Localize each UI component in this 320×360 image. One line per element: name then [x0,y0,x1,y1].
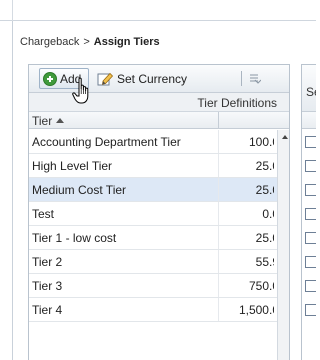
breadcrumb: Chargeback > Assign Tiers [20,36,160,48]
tier-name-cell: Tier 3 [32,279,63,293]
right-panel-row [302,226,316,250]
right-panel-checkboxes [302,130,316,322]
tier-value-cell: 0.0 [219,207,274,221]
tier-value-cell: 25.0 [219,183,274,197]
plus-circle-icon [43,71,57,86]
right-panel-toolbar-text: Se [306,85,316,99]
tier-value-text: 25.0 [255,159,274,173]
row-checkbox[interactable] [305,160,316,172]
column-header-tier-label: Tier [32,114,53,128]
right-panel-row [302,298,316,322]
column-divider[interactable] [218,112,219,129]
table-row[interactable]: High Level Tier 25.0 [29,154,277,178]
right-panel-row [302,130,316,154]
right-panel-toolbar: Se [302,65,316,112]
right-panel-row [302,178,316,202]
table-row[interactable]: Test 0.0 [29,202,277,226]
tier-value-cell: 750.0 [219,279,274,293]
set-currency-button[interactable]: Set Currency [95,68,237,89]
group-header-label: Tier Definitions [197,96,277,110]
table-row[interactable]: Tier 4 1,500.0 [29,298,277,322]
row-checkbox[interactable] [305,232,316,244]
tier-name-cell: Tier 1 - low cost [32,231,117,245]
tier-name-cell: Tier 2 [32,255,63,269]
row-checkbox[interactable] [305,256,316,268]
row-checkbox[interactable] [305,184,316,196]
tier-name-cell: Test [32,207,55,221]
top-strip [0,0,316,21]
row-checkbox[interactable] [305,136,316,148]
group-header: Tier Definitions [29,93,289,112]
tier-definitions-panel: Add Set Currency Tier Definitions Tier A… [28,64,290,360]
right-panel-column-header [302,112,316,129]
right-panel-row [302,274,316,298]
tier-name-cell: High Level Tier [32,159,113,173]
toolbar-separator [241,71,242,86]
tier-value-text: 0.0 [262,207,274,221]
right-panel-row [302,154,316,178]
right-panel-row [302,202,316,226]
top-strip-divider [12,0,13,21]
tier-value-text: 1,500.0 [238,303,274,317]
tier-value-cell: 25.0 [219,231,274,245]
breadcrumb-parent[interactable]: Chargeback [20,36,79,48]
tier-rows: Accounting Department Tier 100.0 High Leve… [29,130,277,322]
table-row[interactable]: Tier 1 - low cost 25.0 [29,226,277,250]
tier-name-cell: Accounting Department Tier [32,135,181,149]
breadcrumb-separator: > [83,36,90,48]
tier-value-cell: 100.0 [219,135,274,149]
table-row[interactable]: Accounting Department Tier 100.0 [29,130,277,154]
scroll-up-icon[interactable] [278,130,289,143]
table-row[interactable]: Medium Cost Tier 25.0 [29,178,277,202]
column-header-row: Tier [29,112,289,129]
table-row[interactable]: Tier 3 750.0 [29,274,277,298]
toolbar-overflow-icon[interactable] [247,71,261,85]
tier-value-cell: 55.9 [219,255,274,269]
pencil-edit-icon [97,72,114,85]
hand-pointer-icon [72,77,89,104]
row-checkbox[interactable] [305,208,316,220]
tier-value-text: 750.0 [248,279,274,293]
tier-value-cell: 1,500.0 [219,303,274,317]
sort-ascending-icon [56,118,65,124]
tier-value-text: 55.9 [255,255,274,269]
tier-name-cell: Medium Cost Tier [32,183,127,197]
tier-value-text: 25.0 [255,183,274,197]
right-panel-row [302,250,316,274]
tier-value-text: 100.0 [248,135,274,149]
tier-value-cell: 25.0 [219,159,274,173]
grid-toolbar: Add Set Currency [29,65,289,93]
column-header-tier[interactable]: Tier [32,114,65,128]
vertical-scrollbar[interactable] [277,130,289,360]
tier-value-text: 25.0 [255,231,274,245]
set-currency-label: Set Currency [117,71,188,86]
tier-name-cell: Tier 4 [32,303,63,317]
row-checkbox[interactable] [305,304,316,316]
right-panel: Se [301,64,316,360]
table-row[interactable]: Tier 2 55.9 [29,250,277,274]
breadcrumb-current: Assign Tiers [93,36,160,48]
row-checkbox[interactable] [305,280,316,292]
